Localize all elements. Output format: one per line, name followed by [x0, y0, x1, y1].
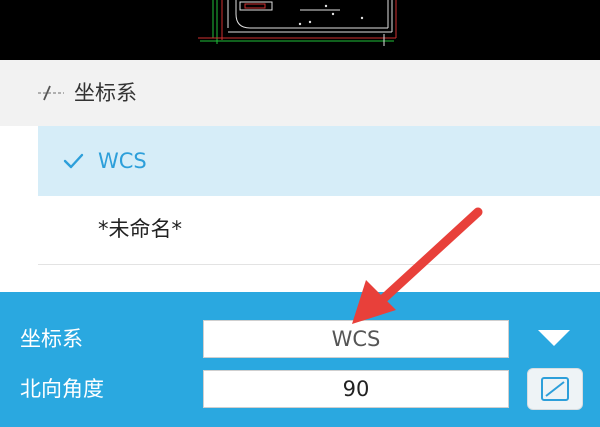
triangle-down-icon[interactable]	[536, 328, 572, 348]
pick-angle-button[interactable]	[527, 368, 583, 410]
check-icon	[63, 153, 84, 169]
coordinate-system-list: WCS *未命名*	[38, 126, 600, 292]
list-item-wcs[interactable]: WCS	[38, 126, 600, 196]
list-item-label: WCS	[98, 149, 147, 173]
axis-line-icon	[38, 85, 64, 101]
list-item-label: *未命名*	[98, 217, 182, 241]
north-angle-label: 北向角度	[20, 377, 104, 401]
cad-drawing-canvas	[198, 0, 397, 46]
panel-title: 坐标系	[74, 81, 137, 105]
pick-angle-icon	[541, 377, 569, 401]
north-angle-input[interactable]: 90	[203, 370, 509, 408]
coordinate-system-label: 坐标系	[20, 327, 83, 351]
cad-drawing-view[interactable]	[0, 0, 600, 60]
list-item-unnamed[interactable]: *未命名*	[38, 196, 600, 265]
panel-header: 坐标系	[0, 60, 600, 126]
settings-bar: 坐标系 WCS 北向角度 90	[0, 292, 600, 427]
coordinate-system-field[interactable]: WCS	[203, 320, 509, 358]
